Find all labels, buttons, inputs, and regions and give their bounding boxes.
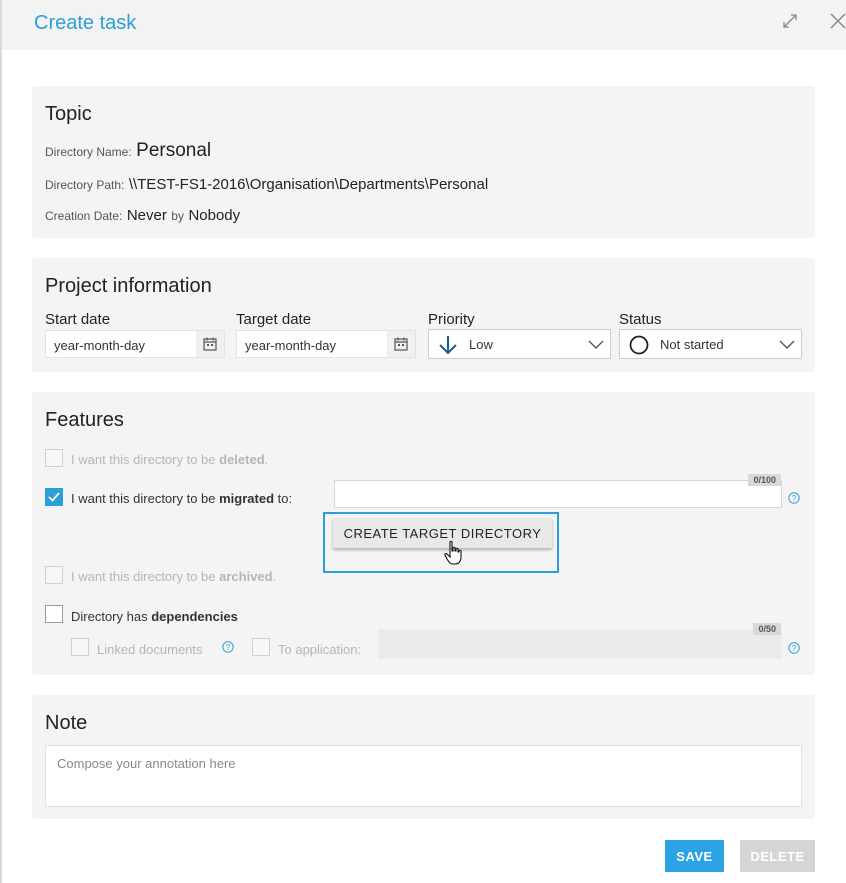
- features-heading: Features: [45, 409, 124, 431]
- archived-label: I want this directory to be archived.: [71, 569, 277, 584]
- directory-path-label: Directory Path:: [45, 178, 125, 192]
- migration-target-counter: 0/100: [748, 474, 781, 486]
- priority-value: Low: [469, 337, 493, 352]
- svg-text:?: ?: [226, 643, 231, 652]
- start-date-input[interactable]: year-month-day: [45, 330, 225, 358]
- status-value: Not started: [660, 337, 724, 352]
- topic-card: Topic Directory Name: Personal Directory…: [32, 86, 815, 238]
- application-counter: 0/50: [753, 623, 781, 635]
- target-date-input[interactable]: year-month-day: [236, 330, 416, 358]
- dialog-title: Create task: [34, 12, 137, 34]
- note-card: Note Compose your annotation here: [32, 695, 815, 819]
- target-date-label: Target date: [236, 311, 312, 328]
- left-edge-strip: [0, 0, 2, 883]
- svg-text:?: ?: [792, 494, 797, 503]
- calendar-icon: [394, 337, 408, 351]
- help-icon[interactable]: ?: [788, 642, 800, 654]
- hand-cursor-icon: [444, 540, 462, 565]
- directory-path-row: Directory Path: \\TEST-FS1-2016\Organisa…: [45, 176, 488, 194]
- status-select[interactable]: Not started: [619, 329, 802, 359]
- priority-label: Priority: [428, 311, 475, 328]
- creation-by-value: Nobody: [188, 207, 241, 224]
- expand-icon[interactable]: [781, 12, 799, 30]
- directory-name-row: Directory Name: Personal: [45, 140, 211, 162]
- creation-date-row: Creation Date: Never by Nobody: [45, 207, 240, 225]
- chevron-down-icon: [588, 340, 604, 349]
- deleted-label: I want this directory to be deleted.: [71, 452, 269, 467]
- to-application-checkbox: [252, 638, 270, 656]
- help-icon[interactable]: ?: [222, 641, 234, 653]
- target-date-value: year-month-day: [245, 338, 337, 353]
- note-textarea[interactable]: Compose your annotation here: [45, 745, 802, 807]
- migrated-label: I want this directory to be migrated to:: [71, 491, 293, 506]
- start-date-value: year-month-day: [54, 338, 146, 353]
- linked-documents-label: Linked documents: [97, 642, 203, 657]
- target-date-calendar-button[interactable]: [387, 331, 415, 357]
- topic-heading: Topic: [45, 103, 92, 125]
- create-target-directory-button[interactable]: CREATE TARGET DIRECTORY: [333, 518, 552, 548]
- creation-date-label: Creation Date:: [45, 209, 123, 223]
- dependencies-checkbox[interactable]: [45, 605, 63, 623]
- chevron-down-icon: [779, 340, 795, 349]
- status-label: Status: [619, 311, 662, 328]
- to-application-label: To application:: [278, 642, 362, 657]
- directory-name-value: Personal: [136, 140, 212, 161]
- note-placeholder: Compose your annotation here: [57, 756, 236, 771]
- migration-target-input[interactable]: 0/100: [334, 474, 782, 508]
- creation-by-label: by: [171, 209, 184, 223]
- project-info-card: Project information Start date year-mont…: [32, 258, 815, 372]
- checkmark-icon: [48, 492, 60, 502]
- start-date-label: Start date: [45, 311, 111, 328]
- directory-name-label: Directory Name:: [45, 145, 132, 159]
- save-button[interactable]: SAVE: [665, 840, 724, 872]
- project-info-heading: Project information: [45, 275, 212, 297]
- close-icon[interactable]: [829, 12, 846, 30]
- note-heading: Note: [45, 712, 88, 734]
- application-input: 0/50: [378, 623, 782, 659]
- priority-select[interactable]: Low: [428, 329, 611, 359]
- delete-button: DELETE: [740, 840, 815, 872]
- circle-icon: [629, 335, 649, 355]
- svg-text:?: ?: [792, 644, 797, 653]
- dependencies-label: Directory has dependencies: [71, 609, 238, 624]
- calendar-icon: [203, 337, 217, 351]
- start-date-calendar-button[interactable]: [196, 331, 224, 357]
- dialog-header: Create task: [2, 0, 846, 50]
- help-icon[interactable]: ?: [788, 492, 800, 504]
- archived-checkbox: [45, 566, 63, 584]
- migrated-checkbox[interactable]: [45, 488, 63, 506]
- linked-documents-checkbox: [71, 638, 89, 656]
- arrow-down-icon: [439, 336, 457, 355]
- directory-path-value: \\TEST-FS1-2016\Organisation\Departments…: [128, 176, 489, 193]
- deleted-checkbox: [45, 449, 63, 467]
- creation-date-value: Never: [126, 207, 167, 224]
